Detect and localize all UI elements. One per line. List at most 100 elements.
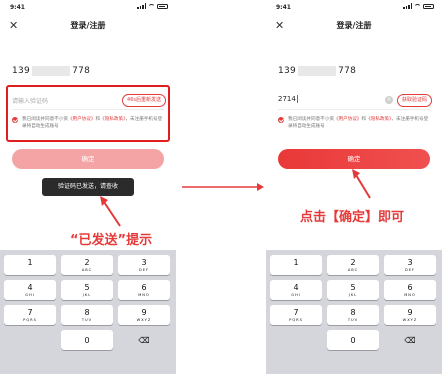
key-label: ⌫ bbox=[138, 336, 150, 345]
nav-bar: ✕ 登录/注册 bbox=[266, 14, 442, 38]
key-letters: JKL bbox=[348, 293, 358, 297]
system-icons bbox=[137, 3, 168, 9]
key-letters: MNO bbox=[404, 293, 416, 297]
key-label: 0 bbox=[350, 336, 356, 345]
key-letters: ABC bbox=[81, 268, 93, 272]
key-3[interactable]: 3 DEF bbox=[384, 255, 436, 275]
highlight-box bbox=[6, 85, 170, 142]
check-icon[interactable] bbox=[278, 117, 284, 123]
key-letters: TUV bbox=[347, 318, 359, 322]
annotation-click-confirm: 点击【确定】即可 bbox=[300, 210, 405, 225]
key-7[interactable]: 7 PQRS bbox=[4, 305, 56, 325]
system-icons bbox=[403, 3, 434, 9]
key-label: 0 bbox=[84, 336, 90, 345]
key-5[interactable]: 5 JKL bbox=[61, 280, 113, 300]
phone-number-field[interactable]: 139 778 bbox=[12, 66, 90, 76]
key-label: 6 bbox=[407, 283, 413, 292]
wifi-icon bbox=[148, 3, 155, 9]
signal-icon bbox=[403, 3, 412, 9]
key-8[interactable]: 8 TUV bbox=[327, 305, 379, 325]
privacy-policy-link[interactable]: 《隐私政策》 bbox=[366, 117, 391, 122]
key-0[interactable]: 0 bbox=[61, 330, 113, 350]
key-letters: PQRS bbox=[23, 318, 37, 322]
toast-message: 验证码已发送，请查收 bbox=[42, 178, 134, 196]
key-label: 8 bbox=[84, 308, 90, 317]
key-label: 8 bbox=[350, 308, 356, 317]
wifi-icon bbox=[414, 3, 421, 9]
key-letters: GHI bbox=[25, 293, 35, 297]
phone-prefix: 139 bbox=[278, 66, 297, 76]
verification-code-row: 2714 × 获取验证码 bbox=[274, 92, 434, 110]
key-blank bbox=[4, 330, 56, 350]
key-1[interactable]: 1 bbox=[270, 255, 322, 275]
agreement-text: 我已阅读并同意不小资《用户协议》和《隐私政策》，未注册手机号登录将自动生成账号 bbox=[278, 116, 432, 130]
key-9[interactable]: 9 WXYZ bbox=[118, 305, 170, 325]
key-label: ⌫ bbox=[404, 336, 416, 345]
key-label: 7 bbox=[293, 308, 299, 317]
battery-icon bbox=[423, 3, 434, 9]
status-bar: 9:41 bbox=[0, 0, 176, 14]
phone-prefix: 139 bbox=[12, 66, 31, 76]
get-code-button[interactable]: 获取验证码 bbox=[396, 94, 432, 107]
key-label: 9 bbox=[141, 308, 147, 317]
clear-icon[interactable]: × bbox=[385, 96, 393, 104]
key-label: 1 bbox=[27, 258, 33, 267]
separator-gap bbox=[176, 0, 266, 374]
annotation-sent-hint: “已发送”提示 bbox=[70, 233, 153, 248]
key-letters: WXYZ bbox=[402, 318, 418, 322]
key-1[interactable]: 1 bbox=[4, 255, 56, 275]
key-letters: ABC bbox=[347, 268, 359, 272]
status-bar: 9:41 bbox=[266, 0, 442, 14]
key-letters: MNO bbox=[138, 293, 150, 297]
backspace-icon[interactable]: ⌫ bbox=[118, 330, 170, 350]
key-label: 2 bbox=[84, 258, 90, 267]
key-label: 6 bbox=[141, 283, 147, 292]
key-label bbox=[270, 330, 322, 332]
key-label: 2 bbox=[350, 258, 356, 267]
key-label: 1 bbox=[293, 258, 299, 267]
key-6[interactable]: 6 MNO bbox=[384, 280, 436, 300]
phone-suffix: 778 bbox=[72, 66, 91, 76]
verification-code-input[interactable]: 2714 bbox=[278, 95, 298, 103]
user-agreement-link[interactable]: 《用户协议》 bbox=[334, 117, 362, 122]
key-2[interactable]: 2 ABC bbox=[327, 255, 379, 275]
key-blank bbox=[270, 330, 322, 350]
key-8[interactable]: 8 TUV bbox=[61, 305, 113, 325]
key-label: 5 bbox=[350, 283, 356, 292]
key-4[interactable]: 4 GHI bbox=[270, 280, 322, 300]
text-cursor bbox=[296, 95, 298, 103]
key-letters: GHI bbox=[291, 293, 301, 297]
phone-screen-left: 9:41 ✕ 登录/注册 139 778 请输入验证码 46s后重新发送 我已阅… bbox=[0, 0, 176, 374]
page-title: 登录/注册 bbox=[336, 21, 372, 30]
key-letters: TUV bbox=[81, 318, 93, 322]
key-label: 4 bbox=[293, 283, 299, 292]
key-label: 3 bbox=[407, 258, 413, 267]
key-6[interactable]: 6 MNO bbox=[118, 280, 170, 300]
battery-icon bbox=[157, 3, 168, 9]
key-label: 4 bbox=[27, 283, 33, 292]
key-9[interactable]: 9 WXYZ bbox=[384, 305, 436, 325]
key-3[interactable]: 3 DEF bbox=[118, 255, 170, 275]
key-5[interactable]: 5 JKL bbox=[327, 280, 379, 300]
key-label: 7 bbox=[27, 308, 33, 317]
confirm-button[interactable]: 确定 bbox=[278, 149, 430, 169]
confirm-button[interactable]: 确定 bbox=[12, 149, 164, 169]
key-4[interactable]: 4 GHI bbox=[4, 280, 56, 300]
key-letters: DEF bbox=[138, 268, 150, 272]
key-label bbox=[4, 330, 56, 332]
key-label: 5 bbox=[84, 283, 90, 292]
numeric-keyboard: 1 2 ABC 3 DEF 4 GHI 5 JKL 6 MNO 7 PQRS 8 TUV 9 WXYZ 0 ⌫ bbox=[266, 250, 442, 374]
key-label: 9 bbox=[407, 308, 413, 317]
numeric-keyboard: 1 2 ABC 3 DEF 4 GHI 5 JKL 6 MNO 7 PQRS 8 TUV 9 WXYZ 0 ⌫ bbox=[0, 250, 176, 374]
status-time: 9:41 bbox=[10, 4, 25, 11]
signal-icon bbox=[137, 3, 146, 9]
key-letters: WXYZ bbox=[136, 318, 152, 322]
key-2[interactable]: 2 ABC bbox=[61, 255, 113, 275]
key-7[interactable]: 7 PQRS bbox=[270, 305, 322, 325]
backspace-icon[interactable]: ⌫ bbox=[384, 330, 436, 350]
phone-number-field[interactable]: 139 778 bbox=[278, 66, 356, 76]
page-title: 登录/注册 bbox=[70, 21, 106, 30]
status-time: 9:41 bbox=[276, 4, 291, 11]
phone-suffix: 778 bbox=[338, 66, 357, 76]
key-0[interactable]: 0 bbox=[327, 330, 379, 350]
